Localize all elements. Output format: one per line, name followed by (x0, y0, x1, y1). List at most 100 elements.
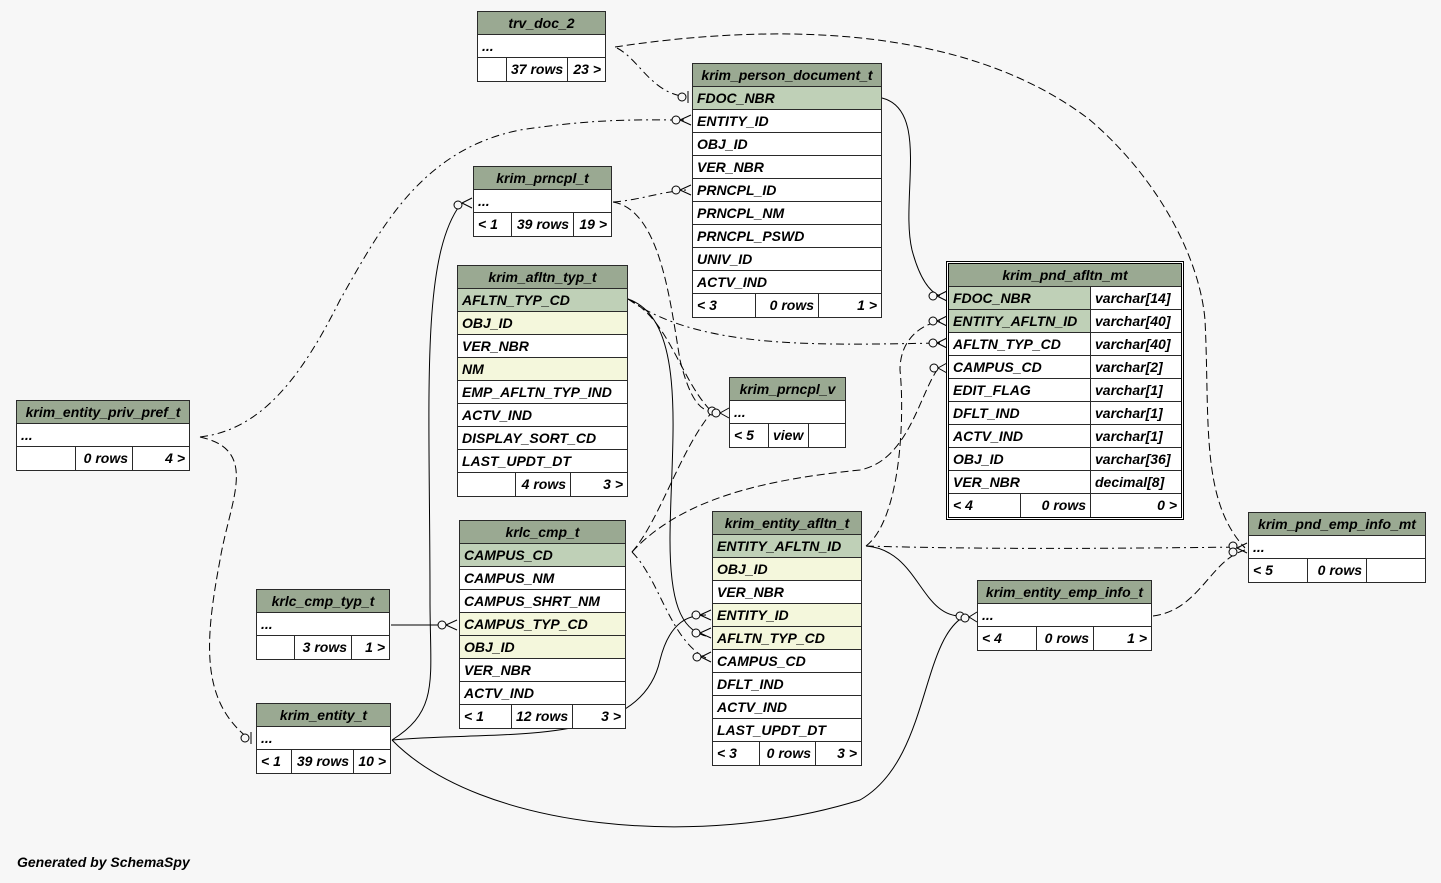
column-row: CAMPUS_CD varchar[2] (949, 356, 1181, 379)
children-count: 0 > (1157, 497, 1177, 513)
column-name: ENTITY_AFLTN_ID (949, 310, 1091, 332)
parents-count: < 4 (949, 494, 1021, 517)
column-type: varchar[1] (1095, 382, 1163, 398)
column-row: VER_NBR (713, 581, 861, 604)
column-row: VER_NBR (458, 335, 627, 358)
children-count: 19 > (579, 216, 607, 232)
table-footer: < 1 12 rows 3 > (460, 705, 625, 728)
table-krim-entity-afltn-t[interactable]: krim_entity_afltn_t ENTITY_AFLTN_ID OBJ_… (712, 511, 862, 766)
edge-afltn-typ-to-entity-afltn (627, 298, 707, 637)
column-row: CAMPUS_CD (460, 544, 625, 567)
rows-count: 4 rows (516, 473, 571, 496)
rows-count: 0 rows (1037, 627, 1094, 650)
column-row: DFLT_IND varchar[1] (949, 402, 1181, 425)
children-count: 1 > (1127, 630, 1147, 646)
table-krim-entity-t[interactable]: krim_entity_t ... < 1 39 rows 10 > (256, 703, 391, 774)
children-count: 4 > (165, 450, 185, 466)
table-title: trv_doc_2 (478, 12, 605, 35)
column-row: OBJ_ID (458, 312, 627, 335)
table-title: krim_person_document_t (693, 64, 881, 87)
rows-count: 0 rows (1308, 559, 1367, 582)
column-row: AFLTN_TYP_CD (713, 627, 861, 650)
column-row: ACTV_IND (458, 404, 627, 427)
table-footer: 37 rows 23 > (478, 58, 605, 81)
column-row: LAST_UPDT_DT (458, 450, 627, 473)
column-row: LAST_UPDT_DT (713, 719, 861, 742)
children-count: 3 > (837, 745, 857, 761)
table-krim-afltn-typ-t[interactable]: krim_afltn_typ_t AFLTN_TYP_CD OBJ_ID VER… (457, 265, 628, 497)
table-title: krlc_cmp_t (460, 521, 625, 544)
rows-count: view (769, 424, 809, 447)
edge-trv-doc-to-person-document (616, 47, 687, 98)
column-row: ENTITY_ID (693, 110, 881, 133)
column-row: AFLTN_TYP_CD varchar[40] (949, 333, 1181, 356)
column-type: varchar[1] (1095, 428, 1163, 444)
more-columns: ... (17, 424, 189, 447)
rows-count: 0 rows (1021, 494, 1091, 517)
column-row: CAMPUS_SHRT_NM (460, 590, 625, 613)
column-name: VER_NBR (949, 471, 1091, 493)
rows-count: 39 rows (512, 213, 574, 236)
column-row: VER_NBR (693, 156, 881, 179)
rows-count: 39 rows (292, 750, 354, 773)
edge-cmp-to-entity-afltn (631, 551, 707, 659)
parents-count: < 4 (978, 627, 1037, 650)
column-name: DFLT_IND (949, 402, 1091, 424)
column-row: CAMPUS_NM (460, 567, 625, 590)
table-krim-entity-priv-pref-t[interactable]: krim_entity_priv_pref_t ... 0 rows 4 > (16, 400, 190, 471)
generated-by-note: Generated by SchemaSpy (17, 854, 190, 870)
column-row: CAMPUS_CD (713, 650, 861, 673)
table-footer: < 5 0 rows (1249, 559, 1425, 582)
column-row: AFLTN_TYP_CD (458, 289, 627, 312)
table-footer: < 1 39 rows 10 > (257, 750, 390, 773)
table-krim-pnd-afltn-mt[interactable]: krim_pnd_afltn_mt FDOC_NBR varchar[14] E… (946, 261, 1184, 520)
children-count (1367, 559, 1425, 582)
children-count: 3 > (603, 476, 623, 492)
edge-entity-to-prncpl (391, 204, 461, 741)
table-trv-doc-2[interactable]: trv_doc_2 ... 37 rows 23 > (477, 11, 606, 82)
column-row: ENTITY_AFLTN_ID varchar[40] (949, 310, 1181, 333)
more-columns: ... (474, 190, 611, 213)
column-type: varchar[40] (1095, 313, 1171, 329)
table-title: krim_entity_t (257, 704, 390, 727)
more-columns: ... (978, 604, 1151, 627)
parents-count (17, 447, 76, 470)
edge-priv-pref-to-entity (199, 436, 249, 739)
children-count (809, 424, 845, 447)
table-footer: 0 rows 4 > (17, 447, 189, 470)
column-row: ACTV_IND varchar[1] (949, 425, 1181, 448)
more-columns: ... (730, 401, 845, 424)
rows-count: 3 rows (295, 636, 352, 659)
table-krim-entity-emp-info-t[interactable]: krim_entity_emp_info_t ... < 4 0 rows 1 … (977, 580, 1152, 651)
column-row: EMP_AFLTN_TYP_IND (458, 381, 627, 404)
column-type: varchar[14] (1095, 290, 1171, 306)
table-title: krlc_cmp_typ_t (257, 590, 389, 613)
column-row: DFLT_IND (713, 673, 861, 696)
table-krim-prncpl-v[interactable]: krim_prncpl_v ... < 5 view (729, 377, 846, 448)
table-krlc-cmp-t[interactable]: krlc_cmp_t CAMPUS_CD CAMPUS_NM CAMPUS_SH… (459, 520, 626, 729)
table-footer: < 5 view (730, 424, 845, 447)
children-count: 1 > (365, 639, 385, 655)
rows-count: 12 rows (512, 705, 573, 728)
more-columns: ... (257, 727, 390, 750)
children-count: 3 > (601, 708, 621, 724)
column-type: varchar[2] (1095, 359, 1163, 375)
children-count: 1 > (857, 297, 877, 313)
parents-count: < 1 (460, 705, 512, 728)
column-row: FDOC_NBR varchar[14] (949, 287, 1181, 310)
table-title: krim_entity_emp_info_t (978, 581, 1151, 604)
column-type: varchar[36] (1095, 451, 1171, 467)
table-krim-person-document-t[interactable]: krim_person_document_t FDOC_NBR ENTITY_I… (692, 63, 882, 318)
table-title: krim_entity_priv_pref_t (17, 401, 189, 424)
table-krim-pnd-emp-info-mt[interactable]: krim_pnd_emp_info_mt ... < 5 0 rows (1248, 512, 1426, 583)
table-title: krim_pnd_afltn_mt (949, 264, 1181, 287)
table-title: krim_prncpl_v (730, 378, 845, 401)
table-krim-prncpl-t[interactable]: krim_prncpl_t ... < 1 39 rows 19 > (473, 166, 612, 237)
column-row: ACTV_IND (713, 696, 861, 719)
table-footer: 3 rows 1 > (257, 636, 389, 659)
column-row: OBJ_ID (460, 636, 625, 659)
table-krlc-cmp-typ-t[interactable]: krlc_cmp_typ_t ... 3 rows 1 > (256, 589, 390, 660)
table-title: krim_entity_afltn_t (713, 512, 861, 535)
column-name: EDIT_FLAG (949, 379, 1091, 401)
column-row: ENTITY_ID (713, 604, 861, 627)
